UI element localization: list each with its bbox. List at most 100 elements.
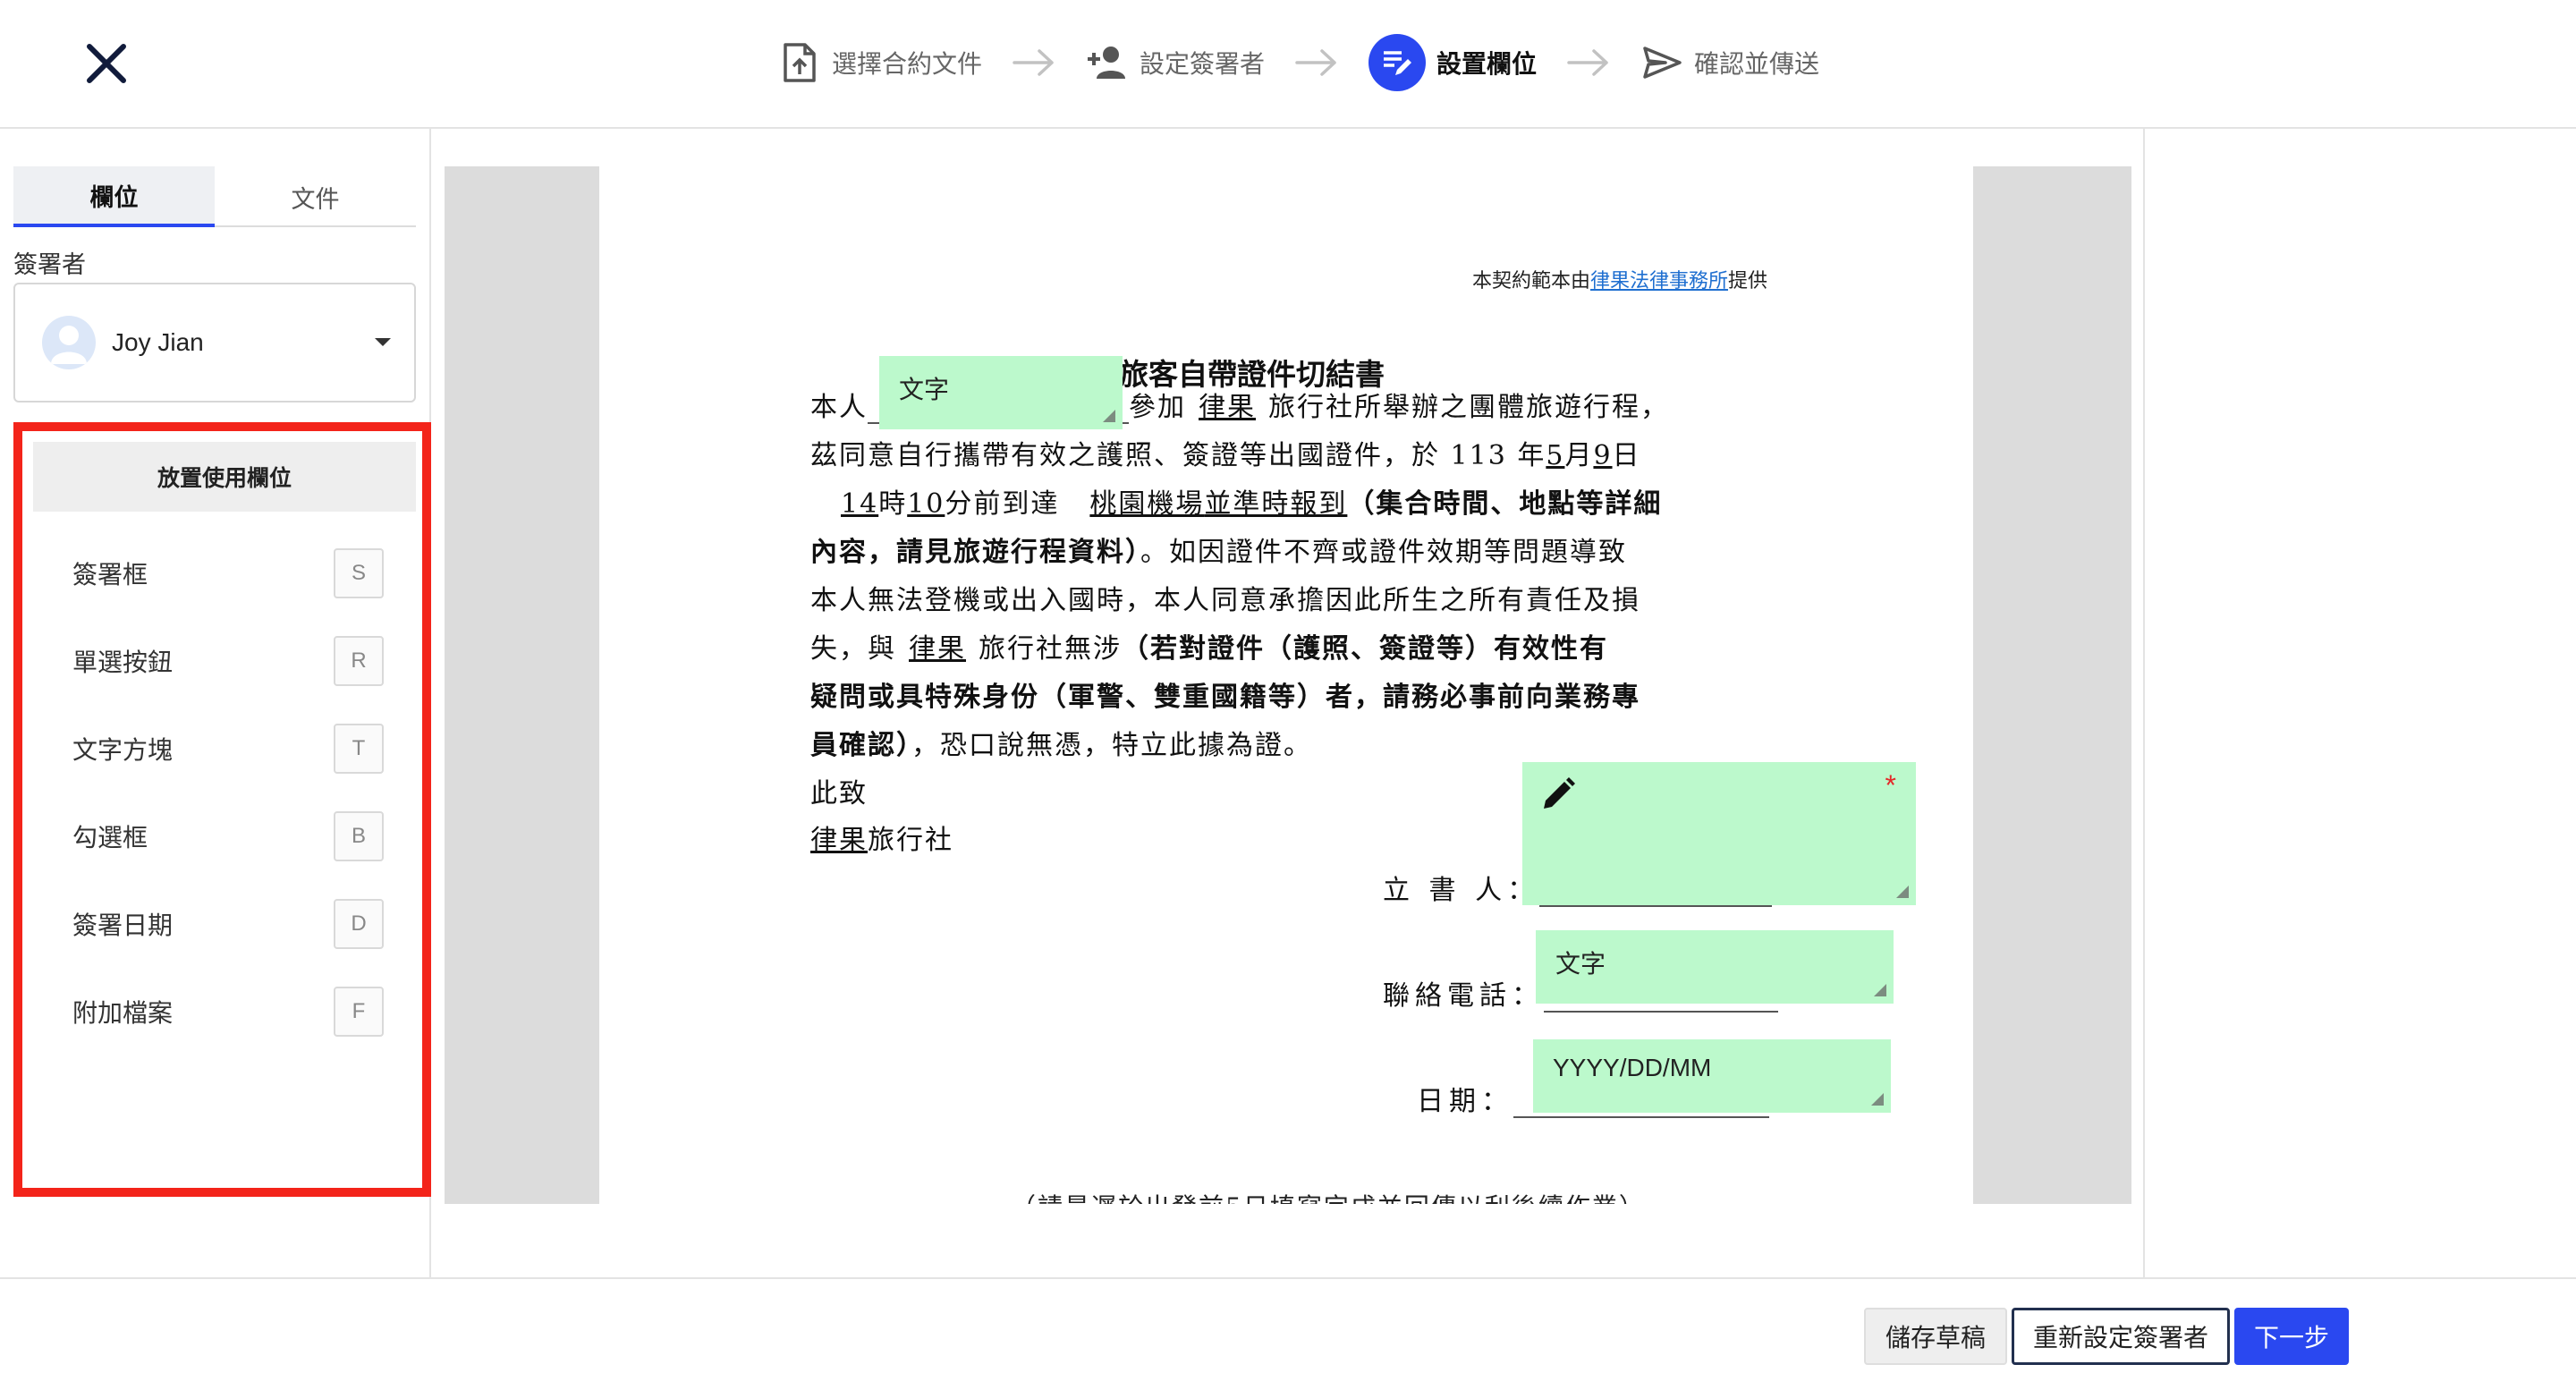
document-viewport[interactable]: 本契約範本由律果法律事務所提供 旅客自帶證件切結書 本人 參加 律果 旅行社所舉辦之團…	[445, 166, 2131, 1204]
footnote: （請最遲於出發前5日填寫完成並回傳以利後續作業）	[1011, 1188, 1646, 1204]
field-checkbox[interactable]: 勾選框 B	[33, 792, 416, 880]
save-draft-button[interactable]: 儲存草稿	[1864, 1308, 2007, 1365]
doc-text: 5	[1546, 440, 1565, 471]
step-label: 設定簽署者	[1140, 49, 1266, 79]
step-select-document[interactable]: 選擇合約文件	[778, 27, 982, 98]
progress-stepper: 選擇合約文件 設定簽署者 設置欄位 確認並傳送	[778, 27, 1819, 98]
resize-handle[interactable]	[1874, 984, 1886, 996]
doc-text: 桃園機場	[1089, 488, 1205, 520]
top-bar: 選擇合約文件 設定簽署者 設置欄位 確認並傳送	[0, 0, 2576, 129]
phone-line-label: 聯絡電話：	[1383, 980, 1544, 1012]
field-placeholder: YYYY/DD/MM	[1553, 1054, 1712, 1081]
field-palette: 放置使用欄位 簽署框 S 單選按鈕 R 文字方塊 T 勾選框 B 簽署日期 D …	[13, 422, 431, 1197]
chevron-down-icon	[375, 338, 391, 346]
next-step-button[interactable]: 下一步	[2234, 1308, 2349, 1365]
doc-text: 律果	[810, 825, 868, 856]
person-add-icon	[1086, 41, 1129, 84]
doc-text: 分前到達	[945, 488, 1060, 520]
signer-line-label: 立 書 人：	[1383, 875, 1540, 906]
doc-text: 旅行社無涉	[979, 633, 1122, 665]
close-icon[interactable]	[82, 39, 131, 88]
sidebar-tabs: 欄位 文件	[13, 166, 416, 227]
shortcut-key: B	[334, 811, 384, 861]
doc-line: 員確認），恐口說無憑，特立此據為證。	[810, 723, 1312, 762]
field-placeholder: 文字	[1555, 950, 1606, 978]
doc-text: 律果	[909, 633, 966, 665]
file-upload-icon	[778, 41, 821, 84]
field-label: 勾選框	[72, 823, 148, 852]
doc-text: 員確認）	[810, 730, 911, 761]
provided-prefix: 本契約範本由	[1471, 270, 1590, 292]
reset-signers-button[interactable]: 重新設定簽署者	[2012, 1308, 2230, 1365]
doc-text: 茲同意自行攜帶有效之護照、簽證等出國證件，於 113 年	[810, 440, 1546, 471]
field-palette-title: 放置使用欄位	[33, 442, 416, 512]
provided-by-note: 本契約範本由律果法律事務所提供	[1472, 265, 1767, 293]
doc-text: （集合時間、地點等詳細	[1347, 488, 1663, 520]
signer-label: 簽署者	[13, 251, 86, 279]
avatar	[42, 316, 96, 369]
signer-select[interactable]: Joy Jian	[13, 283, 416, 403]
doc-text: 律果	[1199, 392, 1256, 423]
date-line-label: 日期：	[1417, 1086, 1513, 1117]
field-signature-box[interactable]: 簽署框 S	[33, 530, 416, 617]
resize-handle[interactable]	[1871, 1093, 1884, 1106]
doc-line: 此致	[810, 778, 868, 809]
placed-signature-field[interactable]: *	[1522, 762, 1916, 905]
tab-fields[interactable]: 欄位	[13, 166, 215, 227]
doc-text: 10	[907, 488, 945, 520]
shortcut-key: D	[334, 899, 384, 949]
doc-line: 本人無法登機或出入國時，本人同意承擔因此所生之所有責任及損	[810, 585, 1640, 616]
doc-line: 茲同意自行攜帶有效之護照、簽證等出國證件，於 113 年5月9日	[810, 433, 1641, 472]
doc-line: 失，與 律果 旅行社無涉（若對證件（護照、簽證等）有效性有	[810, 626, 1608, 665]
tab-document[interactable]: 文件	[215, 166, 416, 227]
field-attachment[interactable]: 附加檔案 F	[33, 968, 416, 1055]
placed-text-field[interactable]: 文字	[879, 356, 1123, 429]
document-page: 本契約範本由律果法律事務所提供 旅客自帶證件切結書 本人 參加 律果 旅行社所舉辦之團…	[599, 166, 1973, 1204]
field-label: 簽署日期	[72, 911, 174, 940]
doc-text: 本人	[810, 392, 868, 423]
blank-line	[1513, 1116, 1769, 1118]
field-radio-button[interactable]: 單選按鈕 R	[33, 617, 416, 705]
doc-line: 疑問或具特殊身份（軍警、雙重國籍等）者，請務必事前向業務專	[810, 682, 1640, 713]
arrow-right-icon	[1567, 49, 1608, 76]
doc-text: （若對證件（護照、簽證等）有效性有	[1122, 633, 1608, 665]
field-label: 文字方塊	[72, 735, 174, 765]
doc-text: 月	[1564, 440, 1594, 471]
required-marker: *	[1885, 769, 1896, 801]
send-icon	[1640, 41, 1683, 84]
step-confirm-send[interactable]: 確認並傳送	[1640, 27, 1819, 98]
field-sign-date[interactable]: 簽署日期 D	[33, 880, 416, 968]
field-label: 簽署框	[72, 560, 148, 589]
doc-text: ，恐口說無憑，特立此據為證。	[911, 730, 1312, 761]
blank-line	[1544, 1011, 1778, 1013]
doc-text: 旅行社	[868, 825, 953, 856]
field-label: 單選按鈕	[72, 648, 174, 677]
doc-text: 旅行社所舉辦之團體旅遊行程，	[1268, 392, 1669, 423]
step-set-fields[interactable]: 設置欄位	[1368, 27, 1537, 98]
shortcut-key: F	[334, 987, 384, 1037]
doc-line: 14時10分前到達 桃園機場並準時報到（集合時間、地點等詳細	[810, 481, 1662, 521]
doc-text: 14	[841, 488, 879, 520]
resize-handle[interactable]	[1896, 886, 1909, 898]
step-label: 選擇合約文件	[832, 49, 983, 79]
resize-handle[interactable]	[1103, 410, 1115, 422]
doc-text: 時	[878, 488, 908, 520]
step-label: 設置欄位	[1436, 49, 1538, 79]
sidebar: 欄位 文件 簽署者 Joy Jian 放置使用欄位 簽署框 S 單選按鈕 R 文…	[0, 129, 431, 1277]
law-firm-link[interactable]: 律果法律事務所	[1590, 270, 1728, 292]
shortcut-key: T	[334, 724, 384, 774]
provided-suffix: 提供	[1727, 270, 1767, 292]
edit-note-icon	[1368, 34, 1427, 91]
shortcut-key: R	[334, 636, 384, 686]
field-text-box[interactable]: 文字方塊 T	[33, 705, 416, 792]
pencil-icon	[1544, 777, 1575, 809]
doc-line: 內容，請見旅遊行程資料）。如因證件不齊或證件效期等問題導致	[810, 530, 1627, 569]
arrow-right-icon	[1013, 49, 1054, 76]
doc-text: 內容，請見旅遊行程資料）	[810, 537, 1140, 568]
doc-text: 失，與	[810, 633, 896, 665]
arrow-right-icon	[1295, 49, 1336, 76]
placed-date-field[interactable]: YYYY/DD/MM	[1533, 1039, 1891, 1113]
placed-text-field[interactable]: 文字	[1536, 930, 1894, 1004]
step-set-signers[interactable]: 設定簽署者	[1086, 27, 1265, 98]
field-label: 附加檔案	[72, 998, 174, 1028]
